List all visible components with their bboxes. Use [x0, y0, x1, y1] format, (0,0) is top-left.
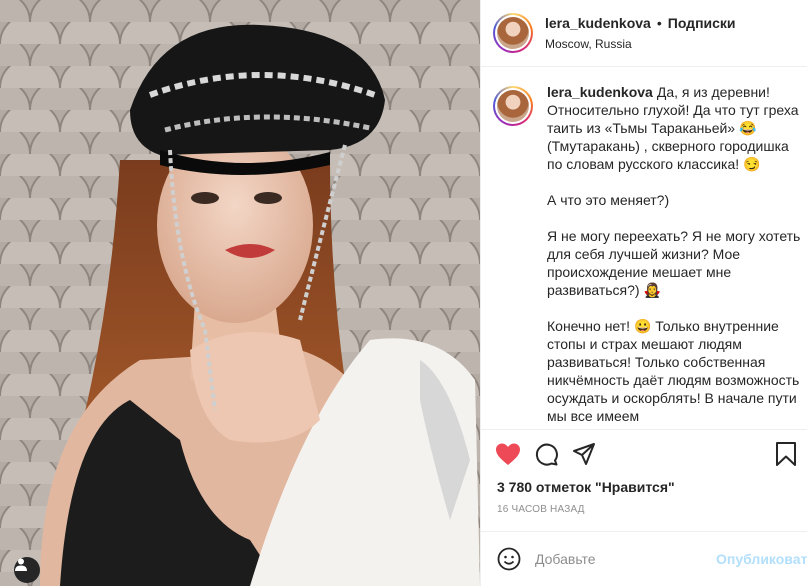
publish-button[interactable]: Опубликовать	[716, 551, 807, 567]
heart-filled-icon[interactable]	[495, 441, 521, 467]
caption-username[interactable]: lera_kudenkova	[547, 84, 653, 100]
instagram-post: lera_kudenkova • Подписки Moscow, Russia…	[0, 0, 807, 586]
post-header: lera_kudenkova • Подписки Moscow, Russia	[481, 0, 807, 67]
location-link[interactable]: Moscow, Russia	[545, 35, 736, 53]
bookmark-icon[interactable]	[773, 441, 799, 467]
user-tag-icon[interactable]	[14, 557, 40, 583]
post-side-panel: lera_kudenkova • Подписки Moscow, Russia…	[480, 0, 807, 586]
caption-paragraph: Я не могу переехать? Я не могу хотеть дл…	[547, 228, 801, 298]
username-link[interactable]: lera_kudenkova	[545, 14, 651, 32]
action-bar	[481, 429, 807, 467]
caption-story-ring[interactable]	[493, 86, 533, 126]
photo-illustration	[0, 0, 480, 586]
post-photo[interactable]	[0, 0, 480, 586]
story-ring[interactable]	[493, 13, 533, 53]
comment-bubble-icon[interactable]	[533, 441, 559, 467]
separator-dot: •	[656, 14, 662, 31]
avatar[interactable]	[497, 17, 529, 49]
caption-avatar[interactable]	[497, 90, 529, 122]
paper-plane-icon[interactable]	[571, 441, 597, 467]
caption-section: lera_kudenkova Да, я из деревни! Относите…	[481, 67, 807, 429]
caption-paragraph: Конечно нет! 😀 Только внутренние стопы и…	[547, 318, 800, 424]
likes-count[interactable]: 3 780 отметок "Нравится"	[481, 465, 807, 503]
caption-text: lera_kudenkova Да, я из деревни! Относите…	[547, 83, 801, 425]
smiley-icon[interactable]	[497, 546, 521, 572]
caption-paragraph: А что это меняет?)	[547, 192, 670, 208]
post-timestamp[interactable]: 16 ЧАСОВ НАЗАД	[481, 503, 807, 531]
following-button[interactable]: Подписки	[668, 14, 736, 32]
comment-form: Опубликовать	[481, 531, 807, 586]
comment-input[interactable]	[535, 551, 716, 567]
